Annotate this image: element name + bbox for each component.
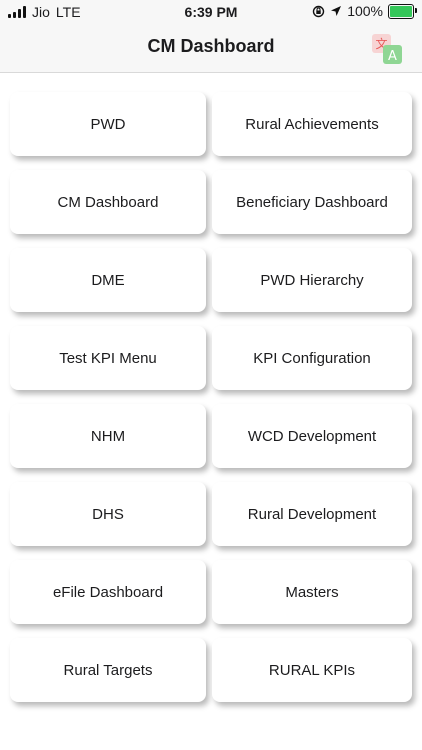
- status-right: 100%: [312, 3, 417, 19]
- menu-tile-dme[interactable]: DME: [10, 248, 206, 312]
- menu-tile-rural-targets[interactable]: Rural Targets: [10, 638, 206, 702]
- menu-tile-pwd[interactable]: PWD: [10, 92, 206, 156]
- battery-icon: [388, 3, 417, 19]
- menu-grid: PWD Rural Achievements CM Dashboard Bene…: [10, 92, 416, 702]
- menu-tile-masters[interactable]: Masters: [212, 560, 412, 624]
- menu-tile-efile-dashboard[interactable]: eFile Dashboard: [10, 560, 206, 624]
- battery-percent: 100%: [347, 3, 383, 19]
- orientation-lock-icon: [312, 5, 325, 17]
- location-icon: [331, 6, 342, 16]
- status-bar: Jio LTE 6:39 PM 100%: [0, 0, 422, 24]
- svg-text:A: A: [388, 49, 397, 64]
- menu-tile-kpi-configuration[interactable]: KPI Configuration: [212, 326, 412, 390]
- page-title: CM Dashboard: [147, 36, 275, 56]
- menu-tile-dhs[interactable]: DHS: [10, 482, 206, 546]
- menu-tile-pwd-hierarchy[interactable]: PWD Hierarchy: [212, 248, 412, 312]
- menu-tile-nhm[interactable]: NHM: [10, 404, 206, 468]
- menu-tile-rural-kpis[interactable]: RURAL KPIs: [212, 638, 412, 702]
- menu-tile-wcd-development[interactable]: WCD Development: [212, 404, 412, 468]
- translate-icon[interactable]: 文 A: [370, 32, 404, 66]
- menu-tile-rural-achievements[interactable]: Rural Achievements: [212, 92, 412, 156]
- nav-bar: CM Dashboard 文 A: [0, 24, 422, 73]
- menu-tile-cm-dashboard[interactable]: CM Dashboard: [10, 170, 206, 234]
- menu-tile-beneficiary-dashboard[interactable]: Beneficiary Dashboard: [212, 170, 412, 234]
- menu-tile-rural-development[interactable]: Rural Development: [212, 482, 412, 546]
- menu-tile-test-kpi-menu[interactable]: Test KPI Menu: [10, 326, 206, 390]
